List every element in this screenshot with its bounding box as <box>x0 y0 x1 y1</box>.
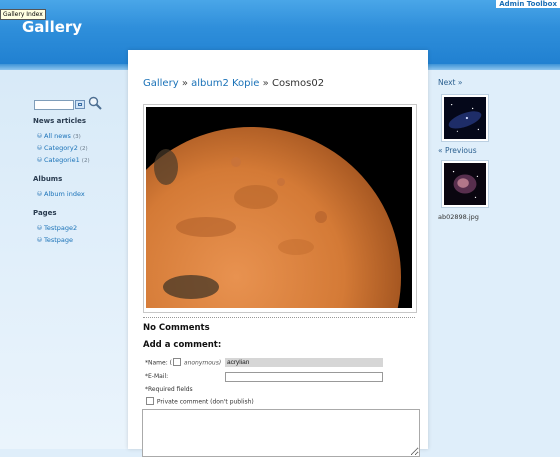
divider <box>143 317 415 318</box>
breadcrumb-album-link[interactable]: album2 Kopie <box>191 78 259 89</box>
private-comment-row: Private comment (don't publish) <box>145 397 254 406</box>
next-link[interactable]: Next » <box>438 78 462 87</box>
sidebar-heading-news: News articles <box>33 117 87 125</box>
sidebar-item-testpage[interactable]: + Testpage <box>37 235 77 247</box>
breadcrumb-separator: » <box>262 78 269 89</box>
name-field[interactable] <box>225 358 383 367</box>
previous-image-filename: ab02898.jpg <box>438 213 479 221</box>
sidebar-item-album-index[interactable]: + Album index <box>37 189 85 201</box>
site-title[interactable]: Gallery <box>22 18 82 36</box>
news-category-list: + All news (3) + Category2 (2) + Categorie1 (2… <box>37 131 90 167</box>
search-input[interactable] <box>34 100 74 110</box>
pages-list: + Testpage2 + Testpage <box>37 223 77 247</box>
breadcrumb-separator: » <box>181 78 188 89</box>
email-field[interactable] <box>225 372 383 382</box>
bullet-icon: + <box>37 223 42 230</box>
name-label: *Name: ( anonymous) <box>145 358 222 367</box>
sidebar-item-categorie1[interactable]: + Categorie1 (2) <box>37 155 90 167</box>
sidebar-item-testpage2[interactable]: + Testpage2 <box>37 223 77 235</box>
add-comment-heading: Add a comment: <box>143 340 222 350</box>
sidebar-item-all-news[interactable]: + All news (3) <box>37 131 90 143</box>
search-options-button[interactable] <box>75 100 85 109</box>
bullet-icon: + <box>37 143 42 150</box>
breadcrumb: Gallery » album2 Kopie » Cosmos02 <box>143 78 324 89</box>
next-thumbnail[interactable] <box>441 94 489 142</box>
breadcrumb-current: Cosmos02 <box>271 78 325 89</box>
no-comments-label: No Comments <box>143 323 210 333</box>
private-comment-checkbox[interactable] <box>146 397 154 405</box>
nebula-thumbnail-image <box>444 163 486 205</box>
sidebar-item-category2[interactable]: + Category2 (2) <box>37 143 90 155</box>
previous-link[interactable]: « Previous <box>438 146 477 155</box>
admin-toolbox-link[interactable]: Admin Toolbox <box>496 0 560 8</box>
bullet-icon: + <box>37 131 42 138</box>
comment-textarea[interactable] <box>142 409 420 457</box>
bullet-icon: + <box>37 235 42 242</box>
albums-list: + Album index <box>37 189 85 201</box>
mars-photo[interactable] <box>146 107 412 308</box>
breadcrumb-gallery-link[interactable]: Gallery <box>143 78 179 89</box>
required-fields-note: *Required fields <box>145 386 193 393</box>
search-icon[interactable] <box>88 96 102 110</box>
bullet-icon: + <box>37 155 42 162</box>
sidebar-heading-pages: Pages <box>33 209 57 217</box>
previous-thumbnail[interactable] <box>441 160 489 208</box>
galaxy-thumbnail-image <box>444 97 486 139</box>
sidebar <box>0 70 128 449</box>
bullet-icon: + <box>37 189 42 196</box>
email-label: *E-Mail: <box>145 373 169 380</box>
anonymous-checkbox[interactable] <box>172 358 181 366</box>
gallery-index-tooltip: Gallery Index <box>0 9 46 20</box>
sidebar-heading-albums: Albums <box>33 175 63 183</box>
